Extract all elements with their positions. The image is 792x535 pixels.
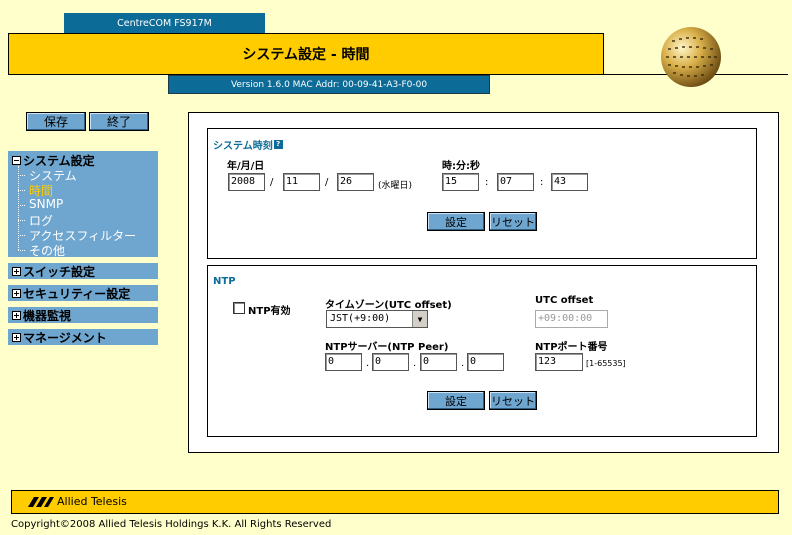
exit-button[interactable]: 終了 — [89, 112, 149, 131]
time-label: 時:分:秒 — [442, 161, 480, 172]
ntp-server-octet-1[interactable]: 0 — [325, 353, 362, 371]
hour-input[interactable]: 15 — [442, 173, 479, 191]
minute-input[interactable]: 07 — [497, 173, 534, 191]
ntp-set-button[interactable]: 設定 — [427, 391, 485, 410]
ntp-port-label: NTPポート番号 — [535, 342, 608, 353]
page-title: システム設定 - 時間 — [8, 33, 604, 75]
ntp-title: NTP — [213, 276, 236, 287]
date-separator: / — [325, 177, 329, 188]
sidebar-category-switch-settings[interactable]: スイッチ設定 — [8, 263, 158, 279]
system-time-title: システム時刻 ? — [213, 137, 283, 152]
time-separator: : — [540, 177, 544, 188]
ip-separator: . — [413, 358, 417, 369]
system-time-title-text: システム時刻 — [213, 141, 273, 152]
globe-logo-icon — [661, 27, 721, 87]
sidebar-category-label: スイッチ設定 — [23, 264, 96, 279]
sidebar-category-label: 機器監視 — [23, 308, 72, 323]
ip-separator: . — [366, 358, 370, 369]
ntp-port-input[interactable]: 123 — [535, 353, 583, 371]
ntp-server-octet-4[interactable]: 0 — [467, 353, 504, 371]
ntp-enable-checkbox[interactable] — [233, 302, 245, 314]
timezone-selected-value: JST(+9:00) — [330, 313, 391, 324]
date-separator: / — [270, 177, 274, 188]
ntp-enable-label: NTP有効 — [248, 306, 291, 317]
timezone-label: タイムゾーン(UTC offset) — [325, 300, 452, 311]
month-input[interactable]: 11 — [283, 173, 320, 191]
model-name: CentreCOM FS917M — [64, 13, 265, 33]
timezone-select[interactable]: JST(+9:00) ▼ — [326, 310, 428, 328]
sidebar-category-label: セキュリティー設定 — [23, 286, 131, 301]
sidebar-category-device-monitoring[interactable]: 機器監視 — [8, 307, 158, 323]
date-label: 年/月/日 — [227, 161, 265, 172]
allied-telesis-logo-icon — [28, 496, 54, 507]
sidebar-item-snmp[interactable]: SNMP — [19, 197, 63, 211]
expand-icon[interactable] — [12, 310, 21, 320]
utc-offset-input[interactable]: +09:00:00 — [535, 310, 608, 328]
version-info: Version 1.6.0 MAC Addr: 00-09-41-A3-F0-0… — [168, 75, 490, 94]
sidebar-category-management[interactable]: マネージメント — [8, 329, 158, 345]
year-input[interactable]: 2008 — [228, 173, 265, 191]
ntp-group: NTP NTP有効 タイムゾーン(UTC offset) JST(+9:00) … — [207, 265, 757, 437]
ntp-reset-button[interactable]: リセット — [489, 391, 537, 410]
ntp-server-octet-2[interactable]: 0 — [372, 353, 409, 371]
main-panel: システム時刻 ? 年/月/日 時:分:秒 2008 / 11 / 26 (水曜日… — [188, 112, 779, 453]
second-input[interactable]: 43 — [551, 173, 588, 191]
ntp-server-label: NTPサーバー(NTP Peer) — [325, 342, 449, 353]
sidebar-category-label: マネージメント — [23, 330, 107, 345]
brand-name: Allied Telesis — [57, 495, 127, 508]
brand-logo: Allied Telesis — [28, 495, 127, 508]
help-icon[interactable]: ? — [273, 140, 283, 149]
utc-offset-label: UTC offset — [535, 295, 594, 306]
time-reset-button[interactable]: リセット — [489, 212, 537, 231]
save-button[interactable]: 保存 — [26, 112, 86, 131]
copyright-text: Copyright©2008 Allied Telesis Holdings K… — [11, 519, 332, 530]
time-set-button[interactable]: 設定 — [427, 212, 485, 231]
system-time-group: システム時刻 ? 年/月/日 時:分:秒 2008 / 11 / 26 (水曜日… — [207, 128, 757, 259]
sidebar-category-security-settings[interactable]: セキュリティー設定 — [8, 285, 158, 301]
expand-icon[interactable] — [12, 288, 21, 298]
time-separator: : — [485, 177, 489, 188]
day-input[interactable]: 26 — [337, 173, 374, 191]
expand-icon[interactable] — [12, 332, 21, 342]
collapse-icon[interactable] — [12, 156, 21, 165]
ntp-server-octet-3[interactable]: 0 — [420, 353, 457, 371]
weekday-text: (水曜日) — [378, 181, 413, 191]
ntp-port-range: [1-65535] — [586, 359, 626, 368]
expand-icon[interactable] — [12, 266, 21, 276]
sidebar-item-other[interactable]: その他 — [19, 242, 65, 259]
footer-bar: Allied Telesis — [11, 490, 779, 514]
ip-separator: . — [461, 358, 465, 369]
chevron-down-icon[interactable]: ▼ — [412, 311, 427, 327]
